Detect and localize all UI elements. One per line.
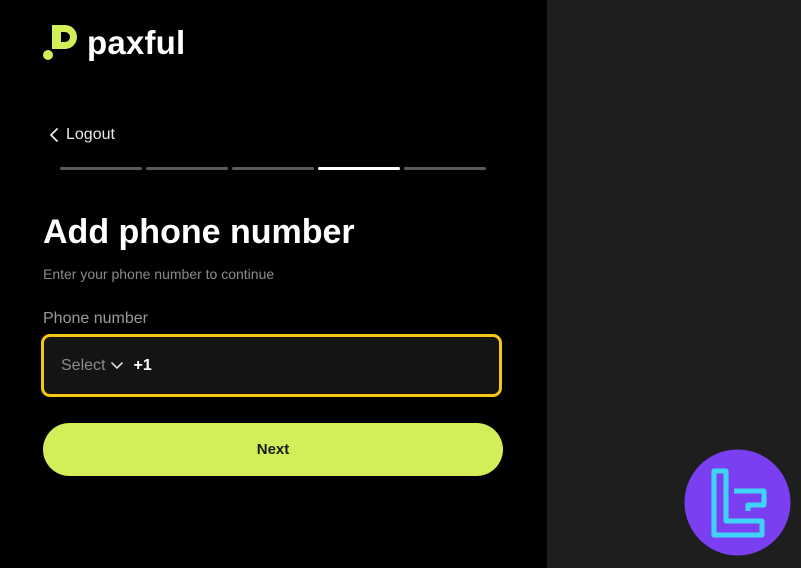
- phone-number-field: Select +1: [41, 334, 502, 397]
- logout-label: Logout: [66, 126, 115, 143]
- page-subtitle: Enter your phone number to continue: [43, 266, 275, 282]
- chevron-down-icon: [111, 361, 124, 369]
- signup-page: paxful Logout Add phone number Enter you…: [0, 0, 801, 568]
- logout-link[interactable]: Logout: [49, 124, 115, 146]
- brand-name: paxful: [87, 24, 186, 61]
- progress-step: [60, 167, 142, 170]
- dial-code: +1: [133, 356, 152, 374]
- country-code-select[interactable]: Select: [61, 356, 124, 375]
- next-button[interactable]: Next: [43, 423, 503, 476]
- progress-step-current: [318, 167, 400, 170]
- progress-steps: [60, 167, 486, 170]
- phone-number-input[interactable]: [151, 337, 499, 394]
- progress-step: [146, 167, 228, 170]
- form-panel: paxful Logout Add phone number Enter you…: [0, 0, 547, 568]
- brand-logo: paxful: [43, 24, 185, 62]
- chevron-left-icon: [50, 128, 58, 142]
- phone-number-label: Phone number: [43, 310, 148, 327]
- page-title: Add phone number: [43, 213, 355, 251]
- tradingfinder-logo-icon: [684, 449, 791, 556]
- progress-step: [232, 167, 314, 170]
- paxful-logo-icon: [43, 25, 77, 60]
- country-select-value: Select: [61, 356, 106, 374]
- progress-step: [404, 167, 486, 170]
